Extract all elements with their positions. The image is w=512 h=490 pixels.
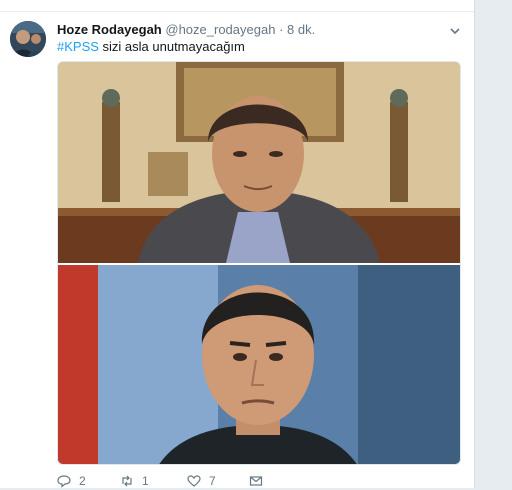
user-handle[interactable]: @hoze_rodayegah (165, 22, 275, 37)
like-button[interactable]: 7 (187, 474, 216, 488)
display-name[interactable]: Hoze Rodayegah (57, 22, 162, 37)
message-icon (249, 476, 263, 486)
like-count: 7 (209, 474, 216, 488)
message-button[interactable] (249, 474, 271, 488)
tweet-header: Hoze Rodayegah @hoze_rodayegah · 8 dk. (57, 22, 315, 37)
previous-tweet-strip (0, 0, 474, 12)
reply-count: 2 (79, 474, 86, 488)
media-photo-bottom[interactable] (58, 265, 460, 464)
tweet-media[interactable] (57, 61, 461, 465)
caret-down-icon[interactable] (449, 24, 461, 36)
header-separator: · (279, 22, 284, 37)
tweet-timestamp[interactable]: 8 dk. (287, 22, 315, 37)
reply-button[interactable]: 2 (57, 474, 86, 488)
tweet-body: sizi asla unutmayacağım (98, 39, 245, 54)
tweet-text: #KPSS sizi asla unutmayacağım (57, 39, 245, 54)
retweet-icon (122, 475, 132, 487)
like-icon (187, 475, 201, 487)
media-photo-top[interactable] (58, 62, 460, 263)
retweet-button[interactable]: 1 (120, 474, 149, 488)
reply-icon (57, 475, 71, 488)
tweet-card[interactable]: Hoze Rodayegah @hoze_rodayegah · 8 dk. #… (0, 0, 474, 488)
avatar[interactable] (10, 21, 46, 57)
hashtag-link[interactable]: #KPSS (57, 39, 99, 54)
right-gutter (474, 0, 512, 488)
retweet-count: 1 (142, 474, 149, 488)
